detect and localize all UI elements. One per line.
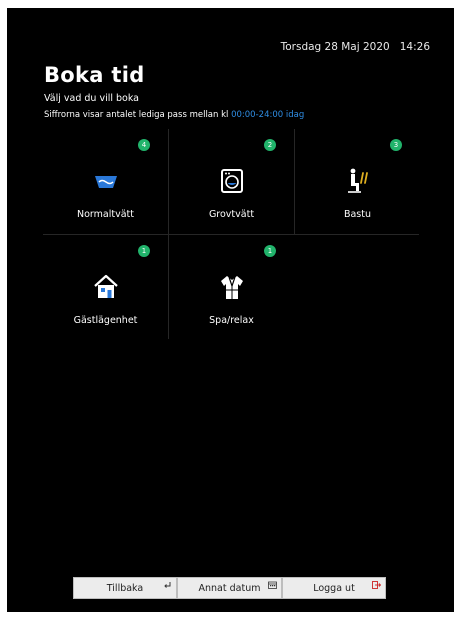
service-tile-gastlagenhet[interactable]: 1 Gästlägenhet <box>43 235 168 340</box>
calendar-icon <box>268 581 277 589</box>
current-date: Torsdag 28 Maj 2020 <box>280 41 390 53</box>
washing-basin-icon <box>94 176 117 188</box>
availability-info: Siffrorna visar antalet lediga pass mell… <box>44 110 304 120</box>
datetime: Torsdag 28 Maj 2020 14:26 <box>281 41 430 53</box>
other-date-button-label: Annat datum <box>198 583 261 594</box>
service-tile-bastu[interactable]: 3 Bastu <box>295 129 420 234</box>
availability-badge: 1 <box>264 245 276 257</box>
availability-badge: 1 <box>138 245 150 257</box>
sauna-icon <box>347 168 368 193</box>
availability-badge: 2 <box>264 139 276 151</box>
service-tile-normaltvatt[interactable]: 4 Normaltvätt <box>43 129 168 234</box>
service-label: Bastu <box>343 209 372 220</box>
back-button[interactable]: Tillbaka <box>73 577 177 599</box>
service-label: Gästlägenhet <box>73 315 138 326</box>
service-tile-grovtvatt[interactable]: 2 Grovtvätt <box>169 129 294 234</box>
service-label: Grovtvätt <box>208 209 255 220</box>
page-title: Boka tid <box>44 63 145 87</box>
availability-time-range: 00:00-24:00 idag <box>231 110 305 120</box>
logout-button-label: Logga ut <box>313 583 355 594</box>
logout-icon <box>372 581 381 589</box>
back-button-label: Tillbaka <box>106 583 144 594</box>
booking-screen: Torsdag 28 Maj 2020 14:26 Boka tid Välj v… <box>7 8 454 612</box>
service-label: Normaltvätt <box>77 209 134 220</box>
bathrobe-icon <box>220 276 243 299</box>
availability-badge: 3 <box>390 139 402 151</box>
logout-button[interactable]: Logga ut <box>282 577 386 599</box>
page-subtitle: Välj vad du vill boka <box>44 93 140 104</box>
service-label: Spa/relax <box>209 315 254 326</box>
availability-badge: 4 <box>138 139 150 151</box>
service-tile-spa-relax[interactable]: 1 Spa/relax <box>169 235 294 340</box>
washing-machine-icon <box>220 169 243 193</box>
current-time: 14:26 <box>399 41 430 53</box>
bottom-toolbar: Tillbaka Annat datum Logga ut <box>73 577 386 599</box>
return-icon <box>164 582 171 588</box>
other-date-button[interactable]: Annat datum <box>177 577 282 599</box>
service-grid: 4 Normaltvätt 2 Grovtvätt 3 Bastu 1 Gäst… <box>43 129 419 339</box>
guest-house-icon <box>93 274 118 298</box>
availability-info-text: Siffrorna visar antalet lediga pass mell… <box>44 110 229 120</box>
